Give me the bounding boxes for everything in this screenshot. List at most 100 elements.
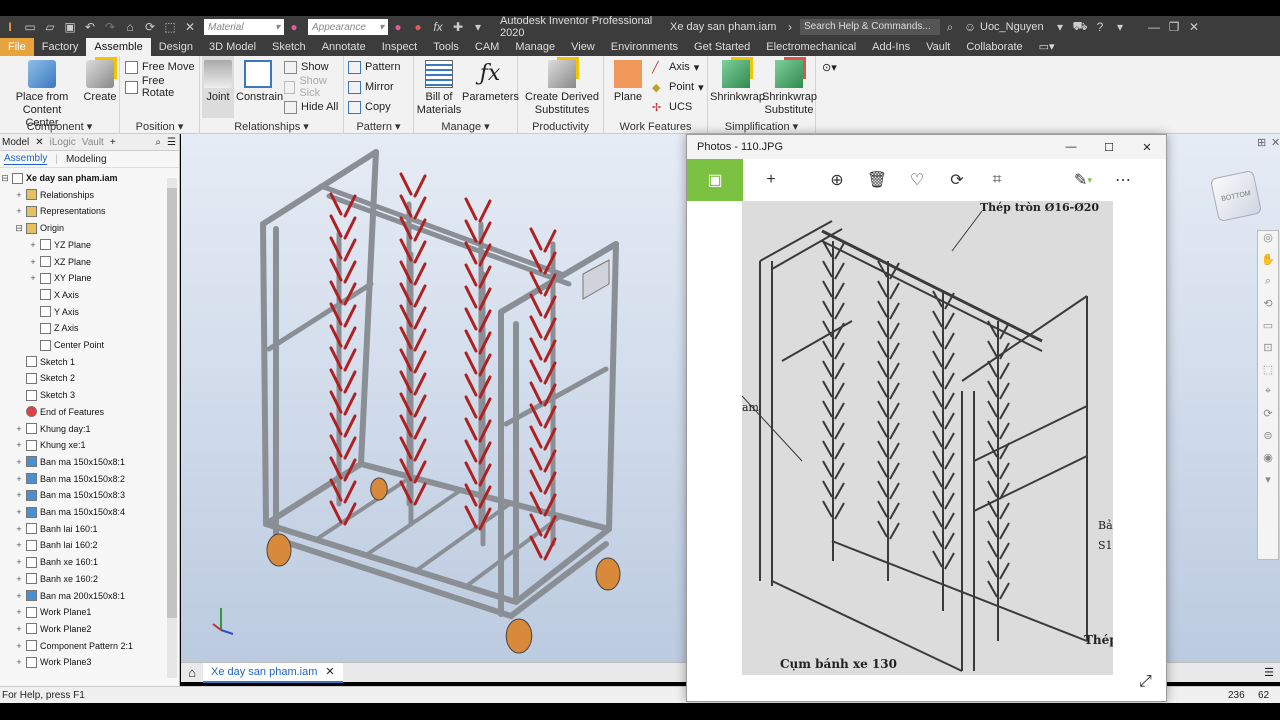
copy-button[interactable]: Copy	[348, 98, 391, 116]
tab-tools[interactable]: Tools	[425, 38, 467, 56]
search-icon[interactable]: ⌕	[155, 137, 161, 148]
open-icon[interactable]: ▱	[40, 18, 60, 36]
free-rotate-button[interactable]: Free Rotate	[125, 75, 199, 99]
tab-assemble[interactable]: Assemble	[86, 38, 151, 56]
inventor-logo[interactable]: I	[0, 18, 20, 36]
chevron-down-icon[interactable]: ▾	[1110, 18, 1130, 36]
restore-icon[interactable]: ❐	[1164, 18, 1184, 36]
point-button[interactable]: ◆ Point ▾	[652, 78, 704, 96]
shrinkwrap-button[interactable]: Shrinkwrap	[710, 56, 765, 104]
group-label[interactable]: Position ▾	[120, 120, 199, 133]
tree-node[interactable]: + XZ Plane	[0, 254, 91, 270]
clear-icon[interactable]: ●	[408, 18, 428, 36]
expand-toggle-icon[interactable]: +	[14, 507, 24, 517]
search-icon[interactable]: ⌕	[940, 18, 960, 36]
tab-design[interactable]: Design	[151, 38, 201, 56]
expand-toggle-icon[interactable]: +	[14, 457, 24, 467]
viewcube[interactable]: BOTTOM	[1209, 169, 1263, 223]
orbit-icon[interactable]: ⟲	[1258, 297, 1278, 319]
pattern-button[interactable]: Pattern	[348, 58, 400, 76]
subtab-assembly[interactable]: Assembly	[4, 153, 48, 165]
expand-toggle-icon[interactable]: +	[14, 591, 24, 601]
minimize-icon[interactable]: —	[1052, 141, 1090, 153]
chevron-down-icon[interactable]: ▾	[1050, 18, 1070, 36]
cart-icon[interactable]: ⛟	[1070, 18, 1090, 36]
ucs-button[interactable]: ✢ UCS	[652, 98, 692, 116]
favorite-icon[interactable]: ♡	[897, 159, 937, 201]
expand-toggle-icon[interactable]: +	[14, 206, 24, 216]
search-field[interactable]: Search Help & Commands...	[800, 19, 940, 35]
close-icon[interactable]: ✕	[325, 665, 334, 678]
color-wheel-icon[interactable]: ●	[284, 18, 304, 36]
tab-add-ins[interactable]: Add-Ins	[864, 38, 918, 56]
expand-toggle-icon[interactable]: +	[28, 257, 38, 267]
zoom-icon[interactable]: ⌕	[1258, 275, 1278, 297]
see-all-photos-icon[interactable]: ▣	[687, 159, 743, 201]
doc-menu-icon[interactable]: ☰	[1264, 666, 1274, 679]
tab-sketch[interactable]: Sketch	[264, 38, 314, 56]
close-icon[interactable]: ✕	[1184, 18, 1204, 36]
expand-toggle-icon[interactable]: +	[14, 540, 24, 550]
tree-node[interactable]: + Component Pattern 2:1	[0, 638, 133, 654]
tree-node[interactable]: Center Point	[0, 337, 104, 353]
tree-node[interactable]: + Banh lai 160:2	[0, 537, 98, 553]
shrinkwrap-substitute-button[interactable]: Shrinkwrap Substitute	[762, 56, 817, 117]
expand-toggle-icon[interactable]: +	[14, 424, 24, 434]
close-icon[interactable]: ✕	[35, 137, 43, 148]
show-sick-button[interactable]: Show Sick	[284, 75, 343, 99]
tree-node[interactable]: + Ban ma 200x150x8:1	[0, 588, 125, 604]
add-tab-icon[interactable]: +	[110, 137, 116, 148]
steering-wheel-icon[interactable]: ◎	[1258, 231, 1278, 253]
tree-node[interactable]: ⊟ Origin	[0, 220, 64, 236]
select-icon[interactable]: ⬚	[160, 18, 180, 36]
group-label[interactable]: Relationships ▾	[200, 120, 343, 133]
bom-button[interactable]: Bill of Materials	[416, 56, 462, 117]
free-move-button[interactable]: Free Move	[125, 58, 195, 76]
chevron-right-icon[interactable]: ›	[780, 18, 800, 36]
group-label[interactable]: Simplification ▾	[708, 120, 815, 133]
measure-icon[interactable]: ✕	[180, 18, 200, 36]
expand-toggle-icon[interactable]: +	[14, 524, 24, 534]
tree-node[interactable]: + Ban ma 150x150x8:1	[0, 454, 125, 470]
tree-node[interactable]: + Relationships	[0, 187, 94, 203]
user-icon[interactable]: ☺	[960, 18, 980, 36]
constrain-button[interactable]: Constrain	[236, 56, 283, 104]
free-orbit-icon[interactable]: ⟳	[1258, 407, 1278, 429]
close-view-icon[interactable]: ✕	[1271, 136, 1280, 149]
tree-node[interactable]: + Banh lai 160:1	[0, 521, 98, 537]
axis-button[interactable]: ╱ Axis ▾	[652, 58, 699, 76]
tab-ilogic[interactable]: iLogic	[50, 137, 76, 148]
tab-vault[interactable]: Vault	[918, 38, 958, 56]
edit-icon[interactable]: ✎ ▾	[1063, 159, 1103, 201]
tab-get-started[interactable]: Get Started	[686, 38, 758, 56]
zoom-window-icon[interactable]: ⬚	[1258, 363, 1278, 385]
joint-button[interactable]: Joint	[202, 56, 234, 118]
delete-icon[interactable]: 🗑	[857, 159, 897, 201]
group-label[interactable]: Pattern ▾	[344, 120, 413, 133]
rotate-icon[interactable]: ⟳	[937, 159, 977, 201]
cart-model[interactable]	[181, 134, 701, 662]
tree-node[interactable]: End of Features	[0, 404, 104, 420]
plus-icon[interactable]: ✚	[448, 18, 468, 36]
more-nav-icon[interactable]: ▾	[1258, 473, 1278, 495]
expand-toggle-icon[interactable]: +	[14, 657, 24, 667]
expand-toggle-icon[interactable]: ⊟	[14, 223, 24, 234]
zoom-icon[interactable]: ⊕	[817, 159, 857, 201]
doc-tab-active[interactable]: Xe day san pham.iam ✕	[203, 662, 343, 683]
tab-file[interactable]: File	[0, 38, 34, 56]
zoom-all-icon[interactable]: ⊡	[1258, 341, 1278, 363]
more-icon[interactable]: ⋯	[1103, 159, 1143, 201]
tab-annotate[interactable]: Annotate	[314, 38, 374, 56]
expand-toggle-icon[interactable]: +	[14, 641, 24, 651]
tab-cam[interactable]: CAM	[467, 38, 507, 56]
maximize-icon[interactable]: ☐	[1090, 141, 1128, 154]
home-icon[interactable]: ⌂	[120, 18, 140, 36]
create-derived-substitutes-button[interactable]: Create Derived Substitutes	[520, 56, 604, 117]
group-label[interactable]: Manage ▾	[414, 120, 517, 133]
scrollbar-thumb[interactable]	[167, 188, 177, 618]
help-icon[interactable]: ?	[1090, 18, 1110, 36]
tree-node[interactable]: Z Axis	[0, 320, 79, 336]
tree-node[interactable]: + XY Plane	[0, 270, 91, 286]
constrained-orbit-icon[interactable]: ⊜	[1258, 429, 1278, 451]
tree-node[interactable]: Sketch 2	[0, 370, 75, 386]
